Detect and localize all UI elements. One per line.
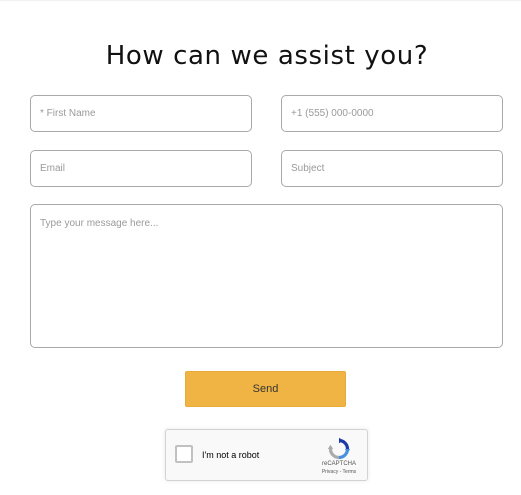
subject-field[interactable] [281, 150, 503, 187]
recaptcha-label: I'm not a robot [202, 450, 260, 460]
phone-field[interactable] [281, 95, 503, 132]
recaptcha-terms-link[interactable]: Privacy - Terms [311, 469, 367, 476]
page-title: How can we assist you? [105, 41, 429, 71]
first-name-field[interactable] [30, 95, 252, 132]
top-divider [0, 0, 521, 1]
message-textarea[interactable] [30, 204, 503, 348]
recaptcha-checkbox[interactable] [175, 445, 193, 463]
recaptcha-brand: reCAPTCHA [321, 461, 356, 467]
recaptcha-widget: I'm not a robot reCAPTCHA Privacy - Term… [165, 429, 368, 481]
send-button[interactable]: Send [185, 371, 346, 407]
recaptcha-logo-icon [327, 437, 351, 460]
email-field[interactable] [30, 150, 252, 187]
